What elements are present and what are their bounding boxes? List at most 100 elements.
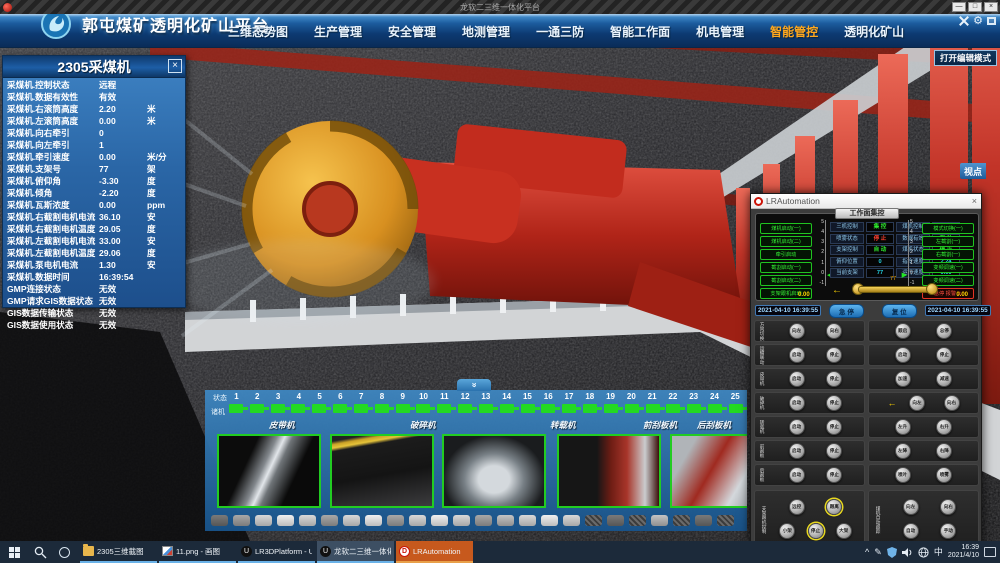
gear-icon[interactable]: ⚙: [973, 16, 983, 26]
device-button[interactable]: 启动: [789, 419, 805, 435]
tray-expand-icon[interactable]: ^: [865, 547, 869, 557]
device-button[interactable]: 向右: [826, 323, 842, 339]
estop-button[interactable]: 急 停: [829, 304, 864, 318]
thumbnail[interactable]: [717, 515, 734, 526]
start-button[interactable]: [0, 541, 28, 563]
device-button[interactable]: 启动: [789, 347, 805, 363]
device-button[interactable]: 加速: [895, 371, 911, 387]
thumbnail[interactable]: [277, 515, 294, 526]
device-button[interactable]: 减速: [936, 371, 952, 387]
workface-control-tab[interactable]: 工作面集控: [835, 208, 899, 219]
thumbnail[interactable]: [255, 515, 272, 526]
device-button[interactable]: 自动: [903, 523, 919, 539]
defender-shield-icon[interactable]: [887, 547, 897, 558]
mode-button[interactable]: 右截割(一): [922, 249, 974, 260]
mode-button[interactable]: 左截割(一): [922, 236, 974, 247]
nav-menu-item[interactable]: 透明化矿山: [844, 23, 904, 40]
close-button[interactable]: ×: [984, 2, 998, 12]
maximize-button[interactable]: □: [968, 2, 982, 12]
device-button[interactable]: 启动: [789, 443, 805, 459]
nav-menu-item[interactable]: 三维态势图: [228, 23, 288, 40]
device-button[interactable]: 左降: [895, 443, 911, 459]
pen-icon[interactable]: ✎: [874, 547, 882, 557]
mode-button[interactable]: 模式切换(一): [922, 223, 974, 234]
thumbnail[interactable]: [431, 515, 448, 526]
viewpoint-tab[interactable]: 视点: [960, 163, 986, 179]
thumbnail[interactable]: [563, 515, 580, 526]
open-edit-mode-button[interactable]: 打开编辑模式: [934, 50, 997, 66]
device-button[interactable]: 左升: [895, 419, 911, 435]
device-button[interactable]: 停止: [808, 523, 824, 539]
thumbnail[interactable]: [651, 515, 668, 526]
nav-menu-item[interactable]: 一通三防: [536, 23, 584, 40]
clock[interactable]: 16:39 2021/4/10: [948, 544, 979, 560]
device-button[interactable]: 启动: [789, 467, 805, 483]
device-button[interactable]: 顺启: [895, 323, 911, 339]
close-icon[interactable]: ×: [168, 59, 182, 73]
thumbnail[interactable]: [585, 515, 602, 526]
camera-feed[interactable]: [557, 434, 661, 508]
mode-button[interactable]: 变频调速(一): [922, 262, 974, 273]
device-button[interactable]: 大架: [836, 523, 852, 539]
device-button[interactable]: 停止: [826, 347, 842, 363]
thumbnail[interactable]: [409, 515, 426, 526]
device-button[interactable]: 喷雾: [936, 467, 952, 483]
restore-window-icon[interactable]: [987, 17, 996, 25]
taskbar-task[interactable]: 2305三维截图: [80, 541, 157, 563]
ime-indicator[interactable]: 中: [934, 547, 943, 557]
device-button[interactable]: 停止: [826, 419, 842, 435]
device-button[interactable]: 停止: [936, 347, 952, 363]
device-button[interactable]: 停止: [826, 467, 842, 483]
thumbnail[interactable]: [343, 515, 360, 526]
device-button[interactable]: 停止: [826, 443, 842, 459]
minimize-button[interactable]: —: [952, 2, 966, 12]
network-globe-icon[interactable]: [918, 547, 929, 558]
thumbnail[interactable]: [497, 515, 514, 526]
cortana-button[interactable]: [52, 541, 76, 563]
thumbnail[interactable]: [673, 515, 690, 526]
device-button[interactable]: 跟离: [826, 499, 842, 515]
device-button[interactable]: 停止: [826, 395, 842, 411]
device-button[interactable]: 手动: [940, 523, 956, 539]
thumbnail[interactable]: [475, 515, 492, 526]
start-button[interactable]: 截割启动(二): [760, 275, 812, 286]
nav-menu-item[interactable]: 安全管理: [388, 23, 436, 40]
taskbar-task[interactable]: 11.png - 画图: [159, 541, 236, 563]
device-button[interactable]: 小架: [779, 523, 795, 539]
device-button[interactable]: 右降: [936, 443, 952, 459]
thumbnail[interactable]: [541, 515, 558, 526]
taskbar-task[interactable]: D LRAutomation: [396, 541, 473, 563]
camera-feed[interactable]: [670, 434, 747, 508]
device-button[interactable]: 向右: [944, 395, 960, 411]
camera-feed[interactable]: [217, 434, 321, 508]
search-button[interactable]: [28, 541, 52, 563]
device-button[interactable]: 喷叶: [895, 467, 911, 483]
camera-feed[interactable]: [330, 434, 434, 508]
device-button[interactable]: 总停: [936, 323, 952, 339]
thumbnail[interactable]: [629, 515, 646, 526]
thumbnail[interactable]: [453, 515, 470, 526]
device-button[interactable]: 向左: [789, 323, 805, 339]
thumbnail[interactable]: [211, 515, 228, 526]
nav-menu-item[interactable]: 机电管理: [696, 23, 744, 40]
notification-center-icon[interactable]: [984, 547, 996, 557]
start-button[interactable]: 截割启动(一): [760, 262, 812, 273]
nav-menu-item[interactable]: 生产管理: [314, 23, 362, 40]
start-button[interactable]: 煤机启动(二): [760, 236, 812, 247]
nav-menu-item[interactable]: 地测管理: [462, 23, 510, 40]
thumbnail[interactable]: [519, 515, 536, 526]
thumbnail[interactable]: [299, 515, 316, 526]
device-button[interactable]: 向左: [909, 395, 925, 411]
nav-menu-item[interactable]: 智能管控: [770, 23, 818, 40]
lrautomation-titlebar[interactable]: LRAutomation ×: [751, 194, 981, 209]
taskbar-task[interactable]: U 龙软二三维一体化...: [317, 541, 394, 563]
start-button[interactable]: 煤机启动(一): [760, 223, 812, 234]
camera-feed[interactable]: [442, 434, 546, 508]
thumbnail[interactable]: [233, 515, 250, 526]
device-button[interactable]: 向右: [940, 499, 956, 515]
device-button[interactable]: 启动: [895, 347, 911, 363]
device-button[interactable]: 启动: [789, 395, 805, 411]
thumbnail[interactable]: [695, 515, 712, 526]
speaker-icon[interactable]: [902, 547, 913, 558]
device-button[interactable]: 启动: [789, 371, 805, 387]
